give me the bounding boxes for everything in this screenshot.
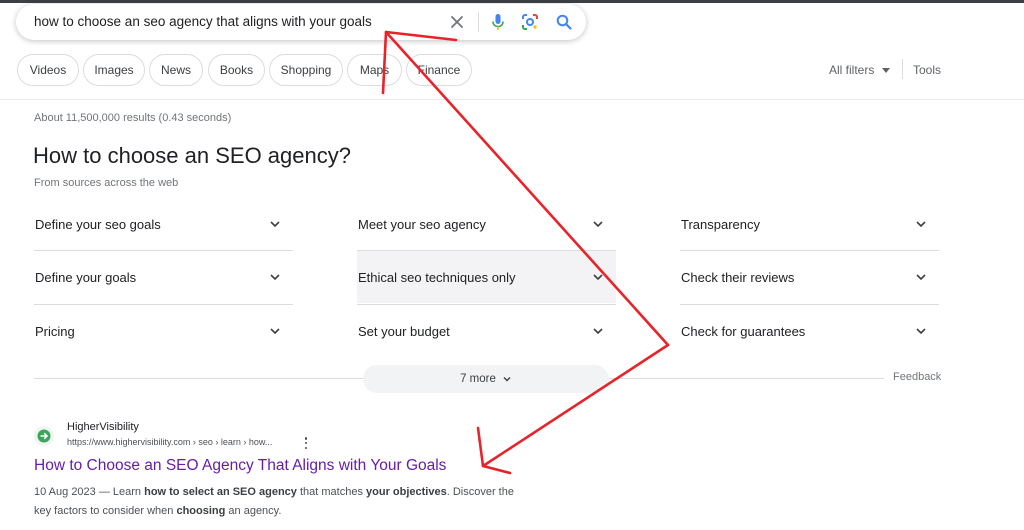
faq-item[interactable]: Pricing [34, 305, 293, 357]
tools-button[interactable]: Tools [913, 63, 941, 77]
result-stats: About 11,500,000 results (0.43 seconds) [34, 112, 232, 124]
top-border [0, 0, 1024, 3]
chip-shopping[interactable]: Shopping [269, 54, 343, 86]
header-divider [0, 99, 1024, 100]
chevron-down-icon [270, 274, 280, 281]
faq-item[interactable]: Set your budget [357, 305, 616, 357]
faq-item[interactable]: Define your seo goals [34, 198, 293, 250]
more-divider-right [609, 378, 884, 379]
chevron-down-icon [916, 221, 926, 228]
chevron-down-icon [916, 328, 926, 335]
chip-finance[interactable]: Finance [406, 54, 472, 86]
chevron-down-icon [593, 221, 603, 228]
chip-videos[interactable]: Videos [17, 54, 79, 86]
chevron-down-icon [270, 328, 280, 335]
faq-item[interactable]: Check their reviews [680, 251, 939, 303]
all-filters-button[interactable]: All filters [829, 63, 891, 77]
search-icon[interactable] [554, 12, 574, 32]
site-favicon [34, 426, 54, 446]
chevron-down-icon [916, 274, 926, 281]
more-divider-left [34, 378, 363, 379]
faq-title: How to choose an SEO agency? [33, 143, 351, 168]
faq-item[interactable]: Transparency [680, 198, 939, 250]
feedback-link[interactable]: Feedback [893, 371, 941, 383]
faq-subtitle: From sources across the web [34, 177, 179, 189]
faq-item[interactable]: Define your goals [34, 251, 293, 303]
search-bar[interactable]: how to choose an seo agency that aligns … [16, 4, 586, 40]
chevron-down-icon [593, 274, 603, 281]
search-input[interactable]: how to choose an seo agency that aligns … [34, 14, 372, 29]
annotation-arrowhead-bottom [476, 426, 485, 468]
mic-icon[interactable] [488, 12, 508, 32]
more-options-icon[interactable] [301, 436, 311, 450]
chip-books[interactable]: Books [208, 54, 265, 86]
faq-item[interactable]: Meet your seo agency [357, 198, 616, 250]
chip-news[interactable]: News [149, 54, 203, 86]
result-site-name[interactable]: HigherVisibility [67, 421, 139, 433]
tools-divider [902, 59, 903, 79]
chevron-down-icon [593, 328, 603, 335]
caret-down-icon [882, 67, 891, 73]
chevron-down-icon [270, 221, 280, 228]
result-url[interactable]: https://www.highervisibility.com › seo ›… [67, 437, 272, 447]
search-divider [478, 12, 479, 32]
result-title-link[interactable]: How to Choose an SEO Agency That Aligns … [34, 457, 446, 475]
chevron-down-icon [503, 377, 511, 382]
show-more-button[interactable]: 7 more [363, 365, 609, 393]
faq-item[interactable]: Check for guarantees [680, 305, 939, 357]
faq-item-hovered[interactable]: Ethical seo techniques only [357, 251, 616, 303]
camera-lens-icon[interactable] [520, 12, 540, 32]
close-icon[interactable] [447, 12, 467, 32]
chip-maps[interactable]: Maps [347, 54, 402, 86]
result-snippet: 10 Aug 2023 — Learn how to select an SEO… [34, 486, 514, 517]
chip-images[interactable]: Images [83, 54, 145, 86]
